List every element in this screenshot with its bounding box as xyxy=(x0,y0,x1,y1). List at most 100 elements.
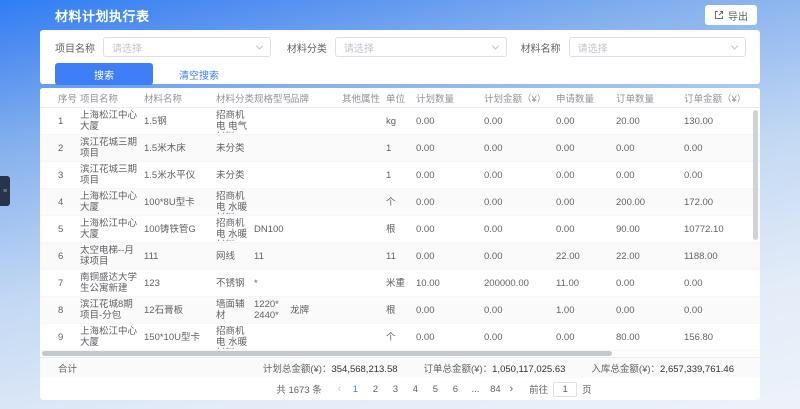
table-cell: 7 xyxy=(40,278,80,289)
goto-page-input[interactable] xyxy=(553,382,577,397)
table-cell: 0.00 xyxy=(616,170,684,181)
table-cell: 网线 xyxy=(216,251,254,262)
export-label: 导出 xyxy=(728,8,748,23)
category-select[interactable]: 请选择 xyxy=(335,37,507,57)
table-cell: 1.00 xyxy=(556,305,616,316)
project-filter-label: 项目名称 xyxy=(55,40,95,55)
table-cell: 0.00 xyxy=(484,170,556,181)
table-cell: 172.00 xyxy=(684,197,746,208)
pagination: 共 1673 条 ‹ 1 2 3 4 5 6 ... 84 › 前往 页 xyxy=(74,378,760,400)
page-button-4[interactable]: 4 xyxy=(408,384,422,395)
goto-label: 前往 xyxy=(529,382,548,396)
table-cell: 个 xyxy=(386,197,416,208)
table-cell: 100铸铁管G xyxy=(144,224,216,235)
table-cell: 0.00 xyxy=(556,332,616,343)
table-cell: 1220*2440*12 xyxy=(254,299,290,322)
table-panel: 序号 项目名称 材料名称 材料分类 规格型号 品牌 其他属性 单位 计划数量 计… xyxy=(40,88,760,400)
table-cell: 根 xyxy=(386,224,416,235)
page-title: 材料计划执行表 xyxy=(55,6,150,25)
table-cell: 1188.00 xyxy=(684,251,746,262)
table-cell: 0.00 xyxy=(556,170,616,181)
table-row: 8 滨江花城8期项目-分包 12石膏板 墙面辅材 1220*2440*12 龙牌… xyxy=(40,297,760,324)
table-cell: 80.00 xyxy=(616,332,684,343)
pagination-total: 共 1673 条 xyxy=(276,382,321,396)
column-header: 订单数量 xyxy=(616,91,684,105)
column-header: 品牌 xyxy=(290,91,342,105)
table-cell: DN100 xyxy=(254,224,290,235)
table-cell: 招商机电 水暖材料 xyxy=(216,326,254,349)
project-select[interactable]: 请选择 xyxy=(103,37,271,57)
table-cell: 9 xyxy=(40,332,80,343)
page-button-6[interactable]: 6 xyxy=(448,384,462,395)
table-cell: 滨江花城8期项目-分包 xyxy=(80,299,144,321)
column-header: 申请数量 xyxy=(556,91,616,105)
table-cell: 南铜盛达大学生公寓新建 xyxy=(80,272,144,294)
horizontal-scrollbar[interactable] xyxy=(42,351,612,356)
table-cell: 10.00 xyxy=(416,278,484,289)
page-button-84[interactable]: 84 xyxy=(488,384,502,395)
table-cell: 200.00 xyxy=(616,197,684,208)
table-cell: 0.00 xyxy=(416,332,484,343)
vertical-scrollbar[interactable] xyxy=(753,110,758,240)
table-cell: 11.00 xyxy=(556,278,616,289)
next-page-icon[interactable]: › xyxy=(509,384,513,394)
table-cell: 3 xyxy=(40,170,80,181)
table-cell: 0.00 xyxy=(616,305,684,316)
table-cell: 1 xyxy=(386,143,416,154)
table-row: 7 南铜盛达大学生公寓新建 123 不锈钢 * 米重 10.00 200000.… xyxy=(40,270,760,297)
clear-search-link[interactable]: 清空搜索 xyxy=(179,67,219,82)
table-cell: 2 xyxy=(40,143,80,154)
project-select-placeholder: 请选择 xyxy=(112,40,142,55)
table-cell: 5 xyxy=(40,224,80,235)
page-button-1[interactable]: 1 xyxy=(348,384,362,395)
table-cell: 6 xyxy=(40,251,80,262)
table-cell: 11 xyxy=(386,251,416,262)
table-cell: 0.00 xyxy=(684,305,746,316)
category-filter-label: 材料分类 xyxy=(287,40,327,55)
page-suffix: 页 xyxy=(582,382,592,396)
table-cell: 上海松江中心大厦 xyxy=(80,191,144,213)
table-cell: * xyxy=(254,278,290,289)
prev-page-icon[interactable]: ‹ xyxy=(338,384,342,394)
table-cell: 123 xyxy=(144,278,216,289)
table-cell: 1.5米木床 xyxy=(144,143,216,154)
table-cell: 未分类 xyxy=(216,143,254,154)
table-cell: 0.00 xyxy=(484,224,556,235)
table-row: 6 太空电梯--月球项目 111 网线 11 11 0.00 0.00 22.0… xyxy=(40,243,760,270)
table-row: 1 上海松江中心大厦 1.5钢 招商机电 电气材料 kg 0.00 0.00 0… xyxy=(40,108,760,135)
page-button-2[interactable]: 2 xyxy=(368,384,382,395)
horizontal-scrollbar-track xyxy=(40,351,760,357)
table-cell: 不锈钢 xyxy=(216,278,254,289)
table-cell: 未分类 xyxy=(216,170,254,181)
table-cell: 4 xyxy=(40,197,80,208)
search-button[interactable]: 搜索 xyxy=(55,63,153,85)
table-cell: 0.00 xyxy=(484,251,556,262)
table-cell: 墙面辅材 xyxy=(216,299,254,321)
totals-row: 合计 计划总金额(¥)：354,568,213.58 订单总金额(¥)：1,05… xyxy=(40,357,760,378)
column-header: 订单金额（¥） xyxy=(684,91,746,105)
page-button-3[interactable]: 3 xyxy=(388,384,402,395)
page-ellipsis[interactable]: ... xyxy=(468,384,482,395)
handle-grip-icon: ≡ xyxy=(3,188,7,195)
table-cell: 0.00 xyxy=(556,224,616,235)
table-cell: 130.00 xyxy=(684,116,746,127)
table-cell: 156.80 xyxy=(684,332,746,343)
side-panel-handle[interactable]: ≡ xyxy=(0,176,10,206)
export-button[interactable]: 导出 xyxy=(705,5,757,25)
table-cell: 10772.10 xyxy=(684,224,746,235)
table-cell: 0.00 xyxy=(684,170,746,181)
table-cell: 龙牌 xyxy=(290,305,342,316)
table-cell: 11 xyxy=(254,251,290,262)
table-row: 9 上海松江中心大厦 150*10U型卡 招商机电 水暖材料 个 0.00 0.… xyxy=(40,324,760,351)
table-cell: 0.00 xyxy=(416,224,484,235)
table-cell: 滨江花城三期项目 xyxy=(80,137,144,159)
planned-total: 计划总金额(¥)：354,568,213.58 xyxy=(263,361,398,375)
filter-actions: 搜索 清空搜索 xyxy=(55,63,746,85)
table-cell: 0.00 xyxy=(556,143,616,154)
column-header: 规格型号 xyxy=(254,91,290,105)
material-select[interactable]: 请选择 xyxy=(569,37,746,57)
table-cell: 上海松江中心大厦 xyxy=(80,218,144,240)
column-header: 计划金额（¥） xyxy=(484,91,556,105)
page-button-5[interactable]: 5 xyxy=(428,384,442,395)
table-cell: 太空电梯--月球项目 xyxy=(80,245,144,267)
